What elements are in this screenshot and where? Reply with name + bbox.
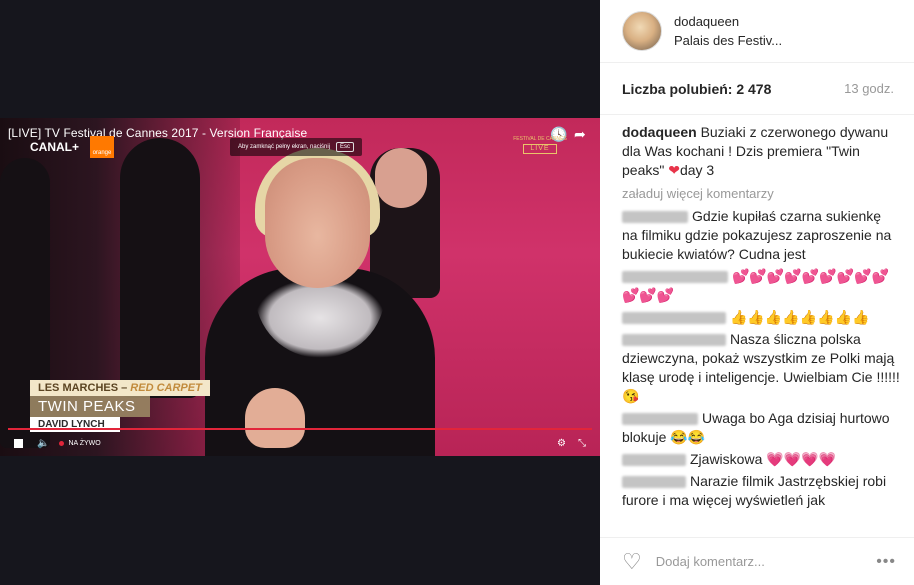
- video-player[interactable]: [LIVE] TV Festival de Cannes 2017 - Vers…: [0, 118, 600, 456]
- more-options-icon[interactable]: •••: [876, 553, 896, 571]
- lower-third: LES MARCHES – RED CARPET TWIN PEAKS DAVI…: [30, 380, 210, 432]
- caption-tail: day 3: [679, 162, 715, 178]
- list-item: Narazie filmik Jastrzębskiej robi furore…: [622, 472, 900, 510]
- fullscreen-exit-hint: Aby zamknąć pełny ekran, naciśnij Esc: [230, 138, 363, 156]
- live-label: NA ŻYWO: [68, 439, 101, 447]
- lower-third-event: LES MARCHES – RED CARPET: [30, 380, 210, 396]
- likes-row: Liczba polubień: 2 478 13 godz.: [600, 63, 914, 115]
- likes-count[interactable]: Liczba polubień: 2 478: [622, 81, 771, 97]
- post-panel: dodaqueen Palais des Festiv... Liczba po…: [600, 0, 914, 585]
- comment-text: 👍👍👍👍👍👍👍👍: [730, 309, 870, 325]
- comments-list: dodaqueen Buziaki z czerwonego dywanu dl…: [600, 115, 914, 525]
- video-controls: 🔈 NA ŻYWO ⚙ ⤡: [0, 430, 600, 456]
- blurred-username: [622, 476, 686, 489]
- list-item: 👍👍👍👍👍👍👍👍: [622, 308, 900, 327]
- list-item: Zjawiskowa 💗💗💗💗: [622, 450, 900, 469]
- festival-logo-text: FESTIVAL DE CANNES: [513, 136, 567, 142]
- heart-emoji: ❤: [668, 162, 680, 178]
- lower-third-film: TWIN PEAKS: [30, 396, 150, 417]
- blurred-username: [622, 312, 726, 325]
- blurred-username: [622, 413, 698, 426]
- add-comment-input[interactable]: Dodaj komentarz...: [656, 554, 876, 569]
- share-icon[interactable]: ➦: [574, 126, 586, 143]
- avatar[interactable]: [622, 11, 662, 51]
- username[interactable]: dodaqueen: [674, 14, 782, 29]
- live-dot: [59, 440, 65, 446]
- location[interactable]: Palais des Festiv...: [674, 33, 782, 48]
- festival-logo: FESTIVAL DE CANNES LIVE: [510, 136, 570, 155]
- channel-logo: CANAL+: [30, 140, 80, 154]
- like-heart-icon[interactable]: ♡: [622, 549, 642, 575]
- background-woman-head: [375, 148, 427, 208]
- list-item: Gdzie kupiłaś czarna sukienkę na filmiku…: [622, 207, 900, 264]
- blurred-username: [622, 454, 686, 467]
- post-time[interactable]: 13 godz.: [844, 81, 894, 96]
- festival-live-badge: LIVE: [523, 144, 557, 155]
- sponsor-logo: orange: [90, 136, 114, 158]
- exit-hint-text: Aby zamknąć pełny ekran, naciśnij: [238, 144, 331, 150]
- blurred-username: [622, 211, 688, 224]
- stop-icon[interactable]: [14, 438, 23, 448]
- media-area: [LIVE] TV Festival de Cannes 2017 - Vers…: [0, 0, 600, 585]
- list-item: Nasza śliczna polska dziewczyna, pokaż w…: [622, 330, 900, 406]
- post-header: dodaqueen Palais des Festiv...: [600, 0, 914, 63]
- fullscreen-exit-icon[interactable]: ⤡: [578, 438, 586, 449]
- caption-username[interactable]: dodaqueen: [622, 124, 697, 140]
- blurred-username: [622, 271, 728, 284]
- esc-key: Esc: [336, 142, 355, 152]
- settings-icon[interactable]: ⚙: [557, 438, 566, 449]
- caption: dodaqueen Buziaki z czerwonego dywanu dl…: [622, 123, 900, 180]
- blurred-username: [622, 334, 726, 347]
- load-more-comments[interactable]: załaduj więcej komentarzy: [622, 186, 900, 201]
- list-item: 💕💕💕💕💕💕💕💕💕💕💕💕: [622, 267, 900, 305]
- speaker-icon[interactable]: 🔈: [37, 438, 49, 449]
- presenter-face: [265, 158, 370, 288]
- comment-footer: ♡ Dodaj komentarz... •••: [600, 537, 914, 585]
- crowd-figure: [120, 138, 200, 398]
- list-item: Uwaga bo Aga dzisiaj hurtowo blokuje 😂😂: [622, 409, 900, 447]
- comment-text: Zjawiskowa 💗💗💗💗: [690, 451, 836, 467]
